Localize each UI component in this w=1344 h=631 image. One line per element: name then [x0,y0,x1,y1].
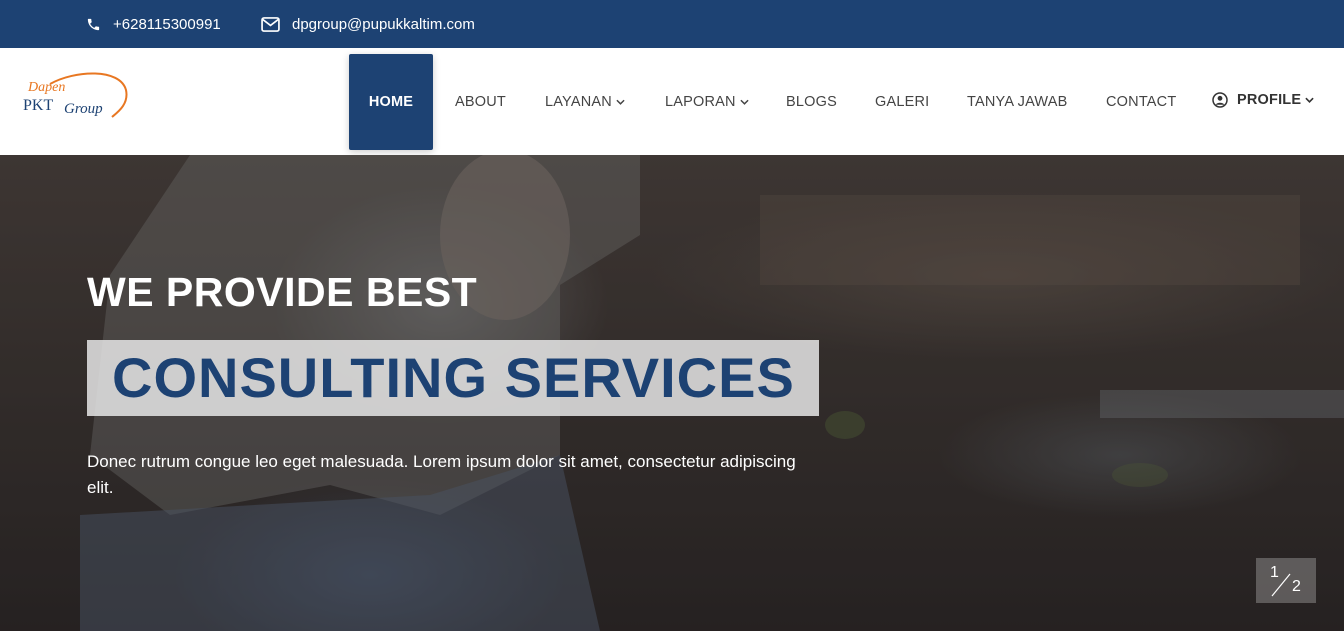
slider-pagination[interactable]: 1 2 [1256,558,1316,603]
nav-home[interactable]: HOME [349,54,433,150]
nav-about-label: ABOUT [455,93,506,110]
user-circle-icon [1212,91,1228,108]
logo[interactable]: Dapen PKT Group [20,70,130,126]
logo-text-pkt: PKT [23,97,54,114]
email-address: dpgroup@pupukkaltim.com [292,15,475,33]
nav-galeri[interactable]: GALERI [875,48,929,155]
nav-contact[interactable]: CONTACT [1106,48,1176,155]
hero-title: CONSULTING SERVICES [112,346,795,409]
email-contact[interactable]: dpgroup@pupukkaltim.com [261,0,475,48]
slider-total: 2 [1292,578,1301,595]
chevron-down-icon [616,99,625,105]
nav-about[interactable]: ABOUT [455,48,506,155]
nav-layanan[interactable]: LAYANAN [545,48,625,155]
nav-laporan[interactable]: LAPORAN [665,48,749,155]
nav-galeri-label: GALERI [875,93,930,110]
nav-home-label: HOME [368,94,414,110]
nav-blogs-label: BLOGS [786,93,837,110]
phone-number: +628115300991 [113,15,221,33]
nav-profile-label: PROFILE [1237,91,1302,108]
nav-tanya-jawab[interactable]: TANYA JAWAB [967,48,1068,155]
phone-contact[interactable]: +628115300991 [86,0,221,48]
main-navbar: Dapen PKT Group HOME ABOUT LAYANAN LAPOR… [0,48,1344,155]
nav-contact-label: CONTACT [1106,93,1177,110]
nav-layanan-label: LAYANAN [545,93,612,110]
phone-icon [87,18,100,30]
hero-description: Donec rutrum congue leo eget malesuada. … [87,452,796,497]
hero-subtitle: WE PROVIDE BEST [87,269,478,315]
logo-text-group: Group [64,101,103,117]
envelope-icon [261,16,280,32]
top-contact-bar: +628115300991 dpgroup@pupukkaltim.com [0,0,1344,48]
hero-slider: WE PROVIDE BEST CONSULTING SERVICES Done… [0,155,1344,631]
nav-profile[interactable]: PROFILE [1212,46,1314,153]
nav-laporan-label: LAPORAN [665,93,736,110]
nav-blogs[interactable]: BLOGS [786,48,837,155]
chevron-down-icon [740,99,749,105]
logo-text-dapen: Dapen [28,80,66,95]
nav-tanya-jawab-label: TANYA JAWAB [967,93,1068,110]
chevron-down-icon [1305,97,1314,103]
